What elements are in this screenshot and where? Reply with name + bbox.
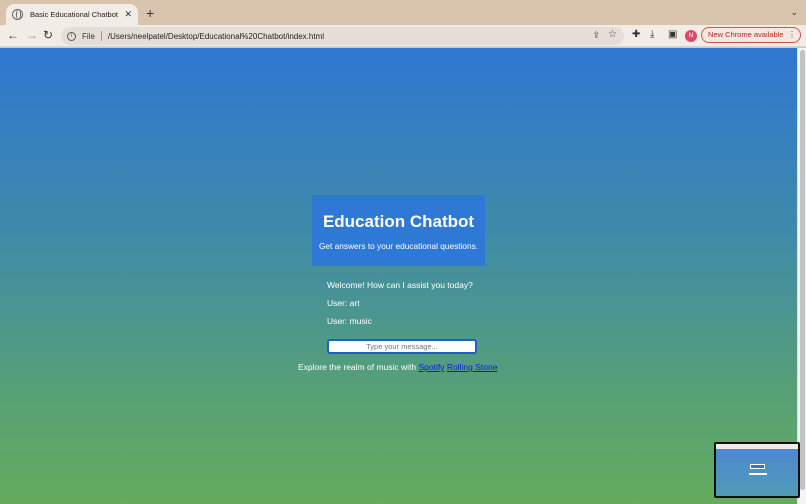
scrollbar-thumb[interactable] <box>800 50 805 490</box>
browser-tab[interactable]: Basic Educational Chatbot ✕ <box>6 4 138 25</box>
explore-text: Explore the realm of music with <box>298 362 417 372</box>
divider <box>100 31 102 41</box>
side-panel-icon[interactable]: ▣ <box>668 29 677 40</box>
chat-message: Welcome! How can I assist you today? <box>327 280 473 290</box>
globe-icon <box>12 9 23 20</box>
bookmark-star-icon[interactable]: ☆ <box>608 29 617 40</box>
back-arrow-icon[interactable]: ← <box>7 28 19 42</box>
url-scheme: File <box>82 31 95 41</box>
extensions-icon[interactable]: ✚ <box>632 29 640 40</box>
thumbnail-input <box>749 473 767 475</box>
message-input[interactable] <box>329 341 475 352</box>
thumbnail-toolbar <box>716 444 798 449</box>
share-icon[interactable]: ⇪ <box>592 30 600 41</box>
explore-line: Explore the realm of music with Spotify … <box>298 362 497 372</box>
page-title: Education Chatbot <box>322 212 475 231</box>
update-label: New Chrome available <box>708 30 784 39</box>
close-tab-icon[interactable]: ✕ <box>124 10 132 19</box>
message-input-wrapper <box>327 339 477 354</box>
scrollbar[interactable] <box>797 48 806 504</box>
menu-dots-icon[interactable]: ⋮ <box>788 28 796 42</box>
address-bar[interactable]: i File /Users/neelpatel/Desktop/Educatio… <box>61 27 624 45</box>
thumbnail-preview <box>716 444 798 496</box>
rolling-stone-link[interactable]: Rolling Stone <box>447 362 498 372</box>
reload-icon[interactable]: ↻ <box>43 28 53 42</box>
chatbot-header: Education Chatbot Get answers to your ed… <box>312 195 485 266</box>
page-viewport: Education Chatbot Get answers to your ed… <box>0 48 797 504</box>
new-tab-icon[interactable]: + <box>146 6 154 20</box>
chat-message: User: music <box>327 316 372 326</box>
chevron-down-icon[interactable]: ⌄ <box>790 7 798 18</box>
url-text[interactable]: /Users/neelpatel/Desktop/Educational%20C… <box>108 32 324 41</box>
page-subtitle: Get answers to your educational question… <box>318 241 479 251</box>
info-icon[interactable]: i <box>67 31 76 41</box>
screenshot-thumbnail[interactable] <box>714 442 800 498</box>
chat-message: User: art <box>327 298 360 308</box>
update-chrome-button[interactable]: New Chrome available ⋮ <box>701 27 801 43</box>
tab-title: Basic Educational Chatbot <box>30 10 118 19</box>
forward-arrow-icon[interactable]: → <box>26 28 38 42</box>
thumbnail-header <box>750 464 765 469</box>
profile-avatar[interactable]: N <box>685 30 697 42</box>
download-icon[interactable]: ⤓ <box>650 29 654 40</box>
spotify-link[interactable]: Spotify <box>418 362 444 372</box>
tab-strip: Basic Educational Chatbot ✕ + ⌄ <box>0 0 806 25</box>
